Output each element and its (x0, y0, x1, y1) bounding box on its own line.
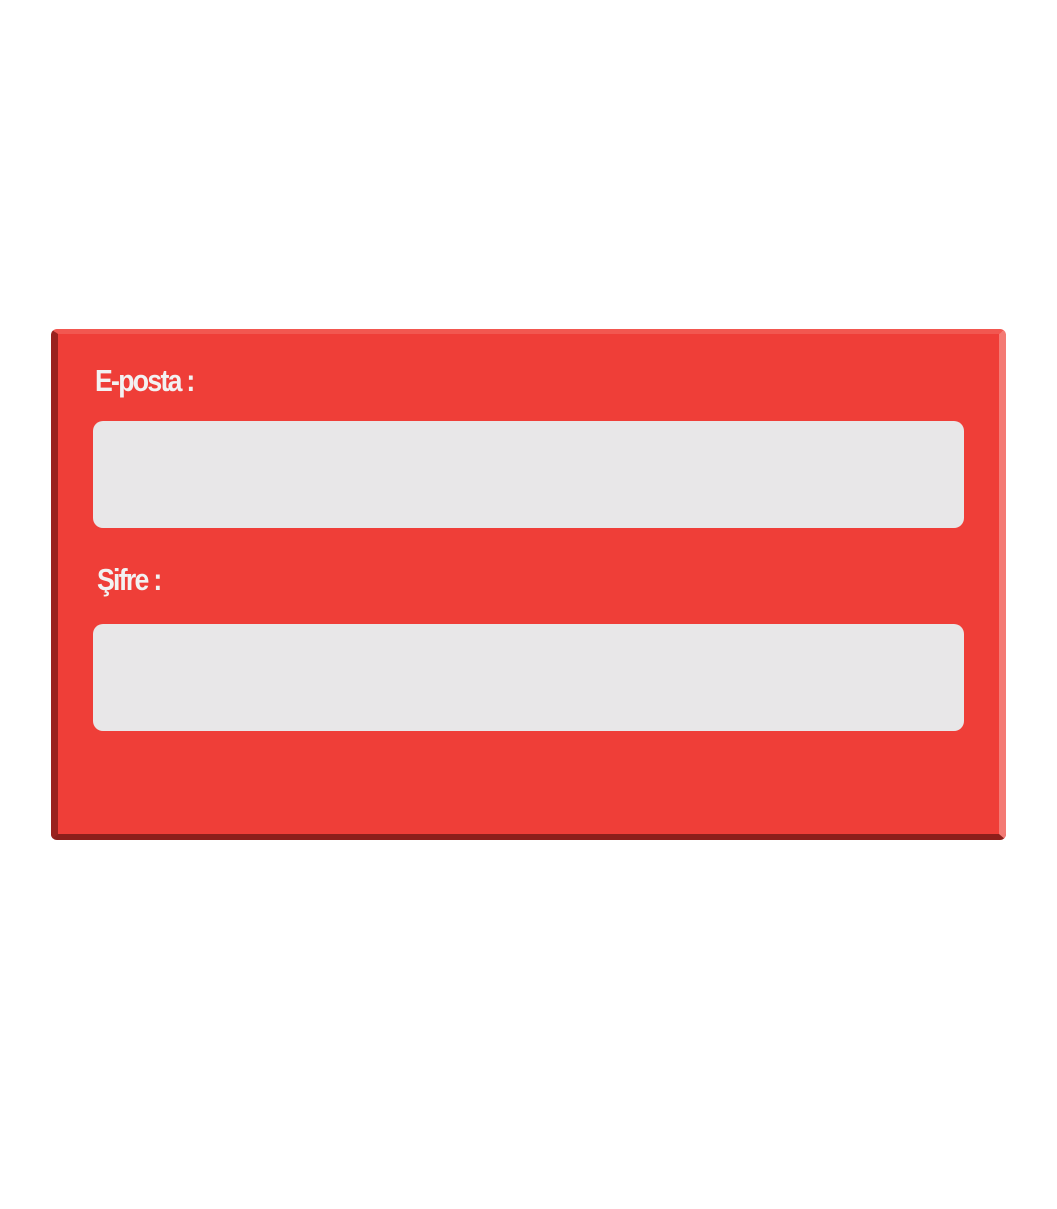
email-label: E-posta : (95, 363, 195, 398)
login-form-panel: E-posta : Şifre : (51, 329, 1006, 840)
password-field[interactable] (93, 624, 964, 731)
page: E-posta : Şifre : (0, 0, 1057, 1209)
password-label: Şifre : (97, 562, 162, 597)
email-field[interactable] (93, 421, 964, 528)
